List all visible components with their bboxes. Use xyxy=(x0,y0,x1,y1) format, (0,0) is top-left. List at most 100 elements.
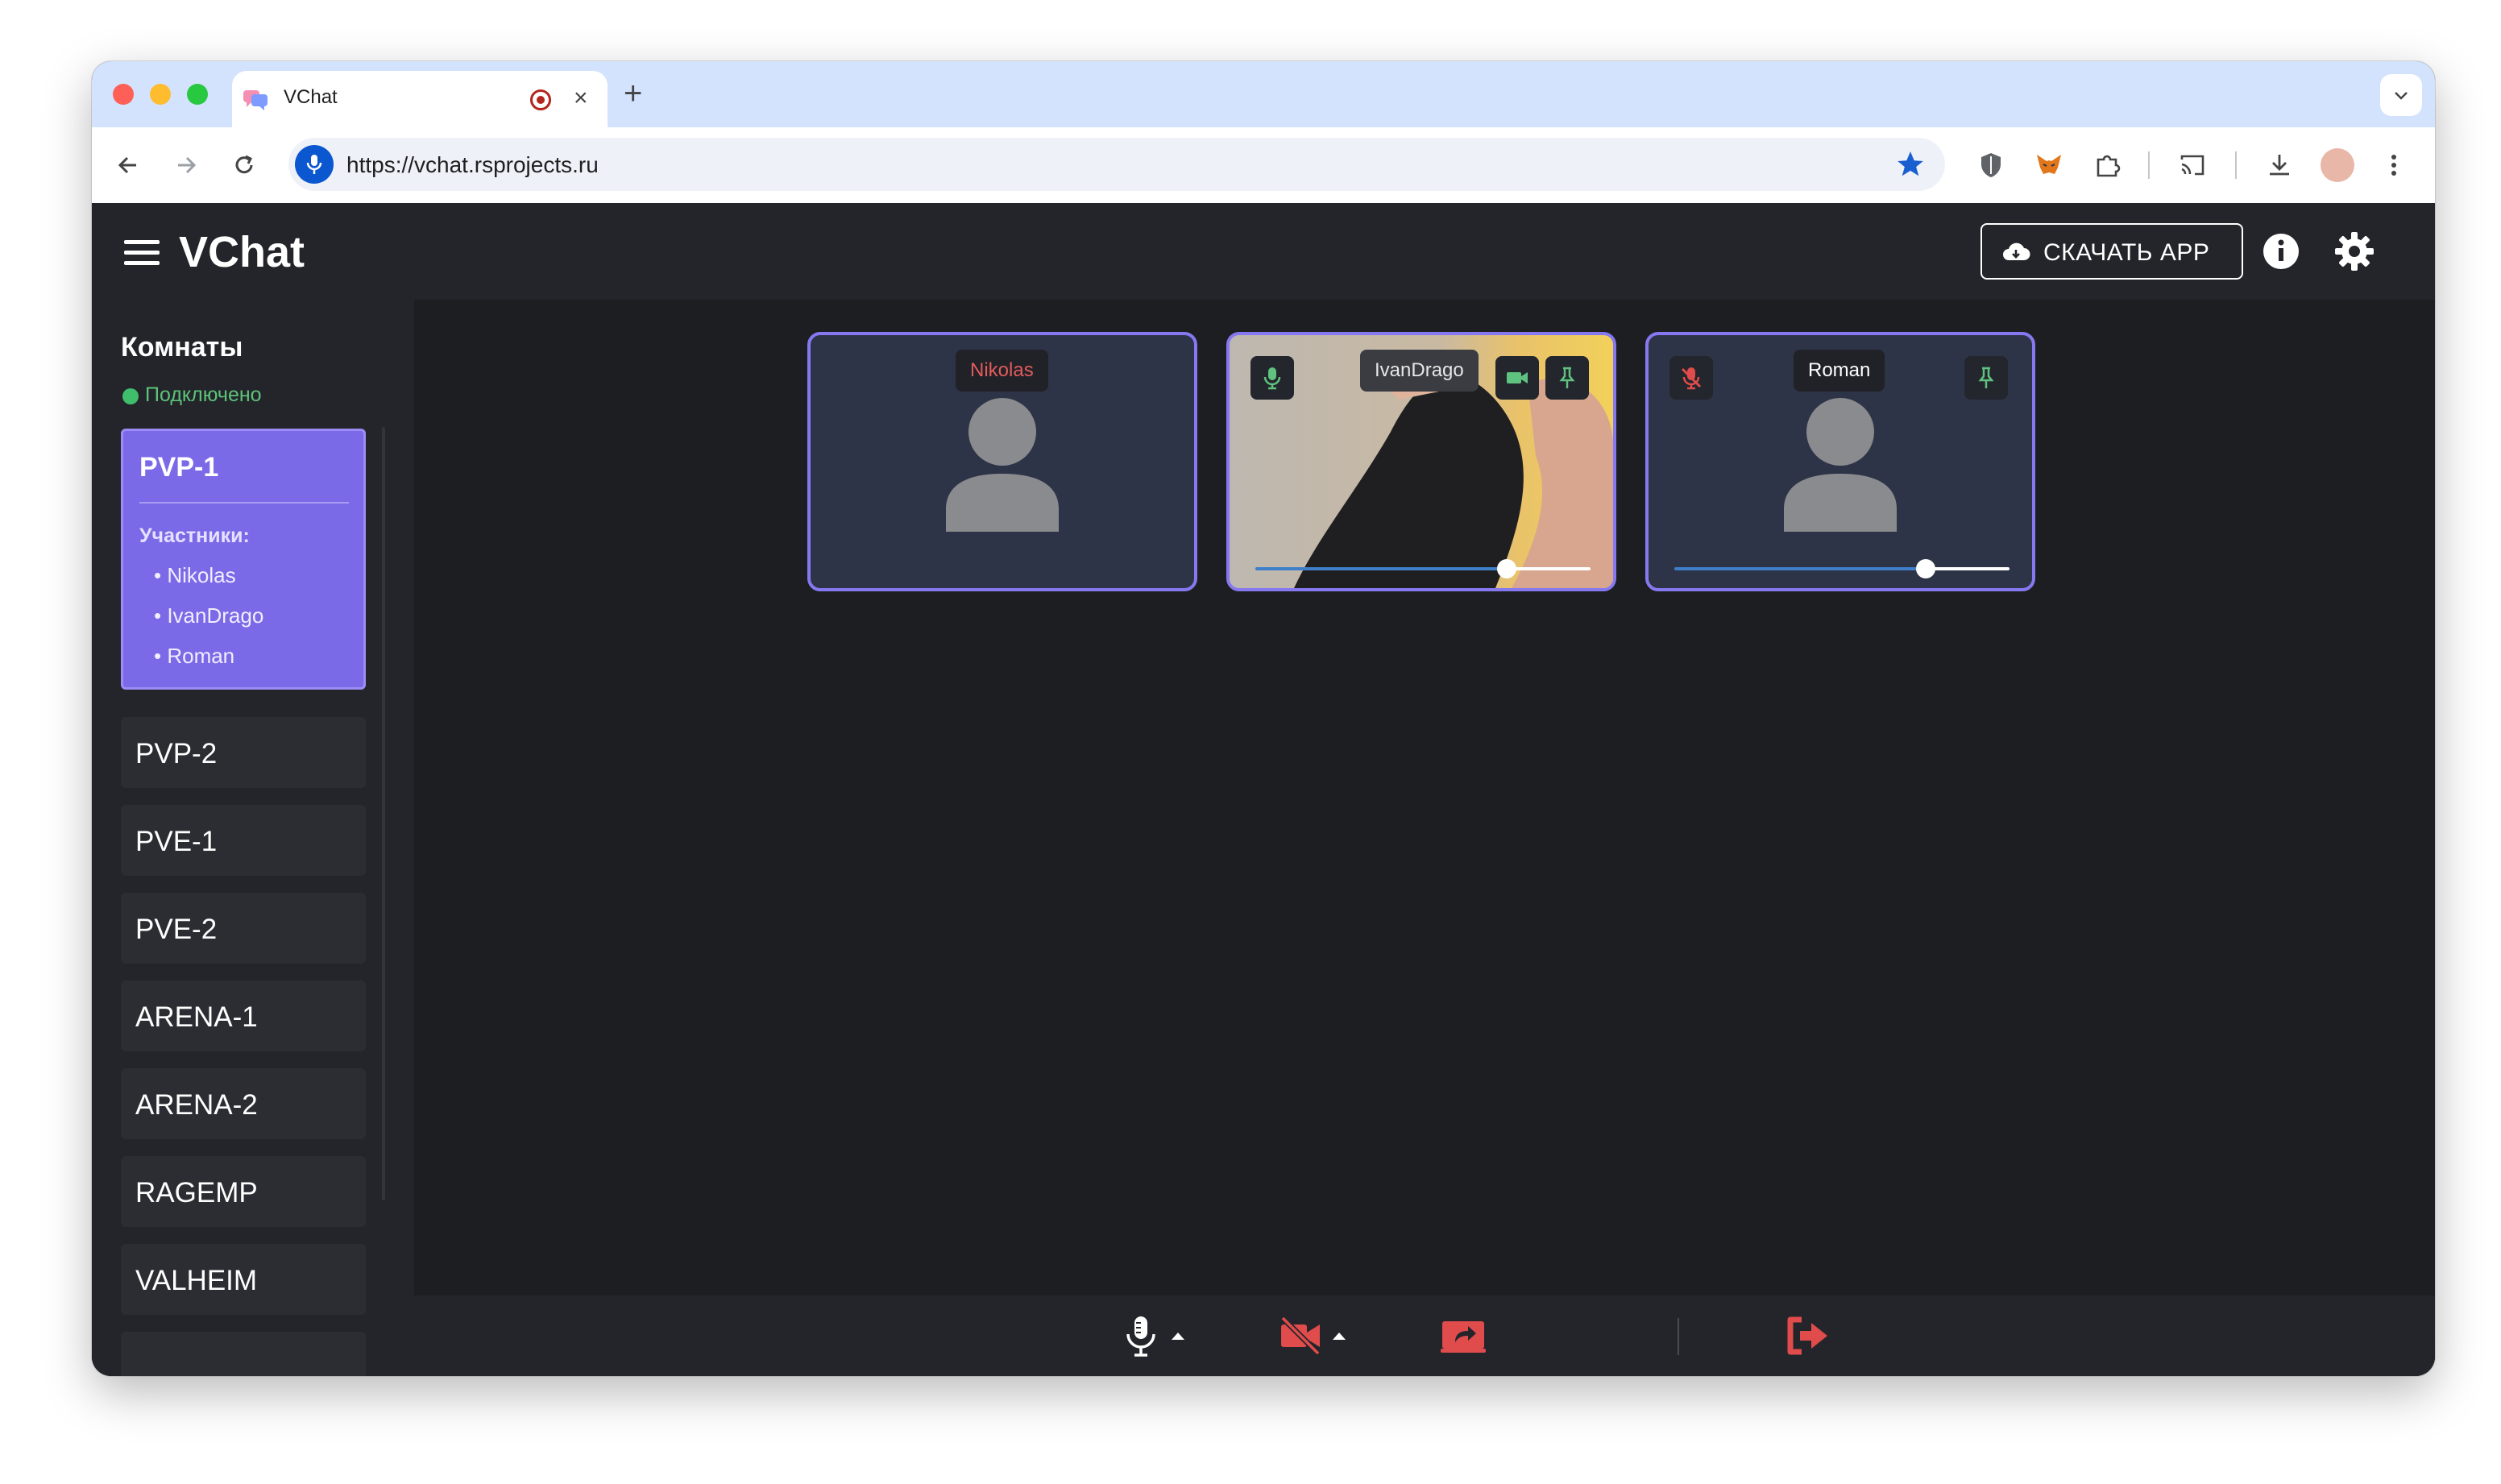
room-name: PVP-1 xyxy=(139,452,219,483)
browser-menu-icon[interactable] xyxy=(2377,148,2411,182)
vchat-favicon-icon xyxy=(243,90,268,110)
room-item-partial[interactable] xyxy=(121,1332,366,1376)
tab-title: VChat xyxy=(284,86,338,108)
room-name: PVE-2 xyxy=(135,914,218,945)
profile-avatar[interactable] xyxy=(2321,148,2354,182)
call-controls xyxy=(414,1295,2435,1376)
gear-icon[interactable] xyxy=(2333,230,2375,272)
browser-tab[interactable]: VChat × xyxy=(232,71,608,127)
participant-tile[interactable]: Roman xyxy=(1645,332,2035,591)
room-item[interactable]: PVP-2 xyxy=(121,717,366,788)
volume-knob[interactable] xyxy=(1916,559,1935,578)
camera-status-button[interactable] xyxy=(1495,356,1539,400)
volume-fill xyxy=(1255,567,1507,570)
room-name: ARENA-1 xyxy=(135,1001,258,1033)
mic-muted-icon xyxy=(1681,367,1702,390)
new-tab-button[interactable]: + xyxy=(624,77,642,110)
maximize-window-button[interactable] xyxy=(187,84,208,105)
room-item[interactable]: ARENA-1 xyxy=(121,980,366,1051)
participant-tile[interactable]: IvanDrago xyxy=(1226,332,1616,591)
close-window-button[interactable] xyxy=(113,84,134,105)
participant-name: Roman xyxy=(1794,350,1885,392)
reload-icon[interactable] xyxy=(226,147,263,184)
avatar-placeholder-icon xyxy=(946,398,1059,532)
address-bar[interactable]: https://vchat.rsprojects.ru xyxy=(288,138,1945,191)
vchat-app: VChat СКАЧАТЬ APP Комнаты Подключено PVP… xyxy=(92,203,2435,1376)
close-tab-button[interactable]: × xyxy=(574,84,588,113)
mic-options-chevron-icon[interactable] xyxy=(1172,1333,1184,1340)
tab-strip: VChat × + xyxy=(92,61,2435,127)
member-item: • Nikolas xyxy=(154,563,236,587)
mic-status-button[interactable] xyxy=(1669,356,1713,400)
member-item: • IvanDrago xyxy=(154,603,264,628)
volume-fill xyxy=(1674,567,1926,570)
mic-icon xyxy=(306,155,322,174)
video-stage: Nikolas IvanDrago Roman xyxy=(414,300,2435,1295)
app-header: VChat СКАЧАТЬ APP xyxy=(92,203,2435,300)
participant-name: IvanDrago xyxy=(1360,350,1479,392)
forward-arrow-icon[interactable] xyxy=(168,147,205,184)
room-item[interactable]: RAGEMP xyxy=(121,1156,366,1227)
cloud-download-icon xyxy=(2003,242,2030,260)
mic-icon xyxy=(1263,367,1281,390)
participant-tile[interactable]: Nikolas xyxy=(807,332,1197,591)
room-divider xyxy=(139,502,349,504)
pin-icon xyxy=(1559,367,1575,388)
camera-options-chevron-icon[interactable] xyxy=(1333,1333,1346,1340)
bookmark-star-icon[interactable] xyxy=(1895,149,1926,180)
mic-status-button[interactable] xyxy=(1250,356,1294,400)
app-title: VChat xyxy=(179,228,305,276)
room-item[interactable]: ARENA-2 xyxy=(121,1068,366,1139)
room-item[interactable]: PVE-1 xyxy=(121,805,366,876)
browser-window: VChat × + https://vchat.rsprojects.ru VC… xyxy=(92,61,2435,1376)
member-item: • Roman xyxy=(154,644,235,668)
cast-icon[interactable] xyxy=(2175,148,2209,182)
site-mic-permission-button[interactable] xyxy=(295,145,334,184)
pin-icon xyxy=(1978,367,1994,388)
downloads-icon[interactable] xyxy=(2263,148,2296,182)
toolbar-divider xyxy=(2148,151,2150,179)
download-app-label: СКАЧАТЬ APP xyxy=(2043,239,2210,266)
members-label: Участники: xyxy=(139,524,250,547)
connection-status-dot xyxy=(122,388,139,404)
sidebar-scrollbar[interactable] xyxy=(382,427,385,1200)
volume-track xyxy=(1926,567,2010,570)
room-item[interactable]: PVE-2 xyxy=(121,893,366,964)
pin-button[interactable] xyxy=(1964,356,2008,400)
volume-slider[interactable] xyxy=(1674,559,2010,578)
room-item-active[interactable]: PVP-1 Участники: • Nikolas • IvanDrago •… xyxy=(121,429,366,690)
room-item[interactable]: VALHEIM xyxy=(121,1244,366,1315)
room-name: VALHEIM xyxy=(135,1265,258,1296)
chevron-down-icon xyxy=(2395,92,2408,100)
pin-button[interactable] xyxy=(1545,356,1589,400)
room-name: RAGEMP xyxy=(135,1177,258,1208)
volume-slider[interactable] xyxy=(1255,559,1591,578)
camera-off-icon[interactable] xyxy=(1278,1313,1323,1358)
room-name: PVE-1 xyxy=(135,826,218,857)
tab-search-button[interactable] xyxy=(2380,74,2422,116)
menu-icon[interactable] xyxy=(124,240,160,266)
shield-extension-icon[interactable] xyxy=(1974,148,2008,182)
url-text: https://vchat.rsprojects.ru xyxy=(346,152,599,177)
toolbar-divider xyxy=(2235,151,2237,179)
room-name: ARENA-2 xyxy=(135,1089,258,1121)
controls-divider xyxy=(1678,1318,1679,1355)
room-name: PVP-2 xyxy=(135,738,218,769)
volume-knob[interactable] xyxy=(1497,559,1516,578)
download-app-button[interactable]: СКАЧАТЬ APP xyxy=(1980,223,2243,280)
back-arrow-icon[interactable] xyxy=(110,147,147,184)
volume-track xyxy=(1507,567,1591,570)
screen-share-icon[interactable] xyxy=(1441,1313,1486,1358)
avatar-placeholder-icon xyxy=(1784,398,1897,532)
connection-status: Подключено xyxy=(145,383,262,406)
browser-toolbar: https://vchat.rsprojects.ru xyxy=(92,127,2435,204)
rooms-sidebar: Комнаты Подключено PVP-1 Участники: • Ni… xyxy=(92,300,414,1376)
info-icon[interactable] xyxy=(2263,233,2300,270)
camera-icon xyxy=(1507,372,1528,383)
mic-icon[interactable] xyxy=(1118,1313,1163,1358)
recording-indicator-icon xyxy=(530,89,551,110)
extensions-puzzle-icon[interactable] xyxy=(2090,148,2124,182)
minimize-window-button[interactable] xyxy=(150,84,171,105)
metamask-fox-icon[interactable] xyxy=(2032,148,2066,182)
leave-icon[interactable] xyxy=(1786,1313,1831,1358)
